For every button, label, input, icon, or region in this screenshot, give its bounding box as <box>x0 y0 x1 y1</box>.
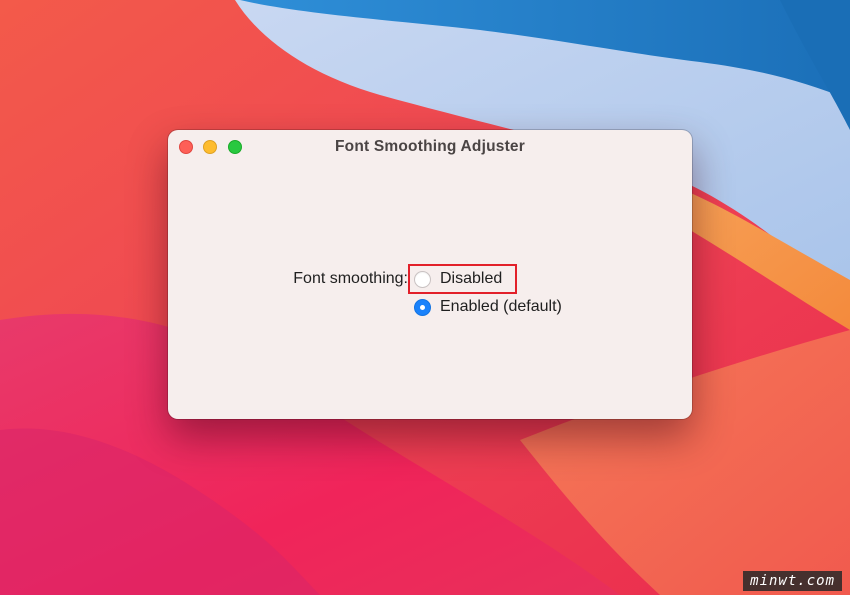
radio-option-enabled-label: Enabled (default) <box>440 298 562 315</box>
radio-option-disabled[interactable]: Disabled <box>414 268 502 290</box>
window-titlebar[interactable]: Font Smoothing Adjuster <box>168 130 692 164</box>
watermark-text: minwt.com <box>743 571 842 591</box>
radio-button-selected[interactable] <box>414 298 431 316</box>
app-window: Font Smoothing Adjuster Font smoothing: … <box>168 130 692 419</box>
radio-option-disabled-label: Disabled <box>440 270 503 287</box>
window-title: Font Smoothing Adjuster <box>334 138 525 155</box>
radio-option-enabled[interactable]: Enabled (default) <box>414 296 562 318</box>
radio-button-unselected[interactable] <box>414 270 431 288</box>
font-smoothing-label: Font smoothing: <box>293 270 408 287</box>
